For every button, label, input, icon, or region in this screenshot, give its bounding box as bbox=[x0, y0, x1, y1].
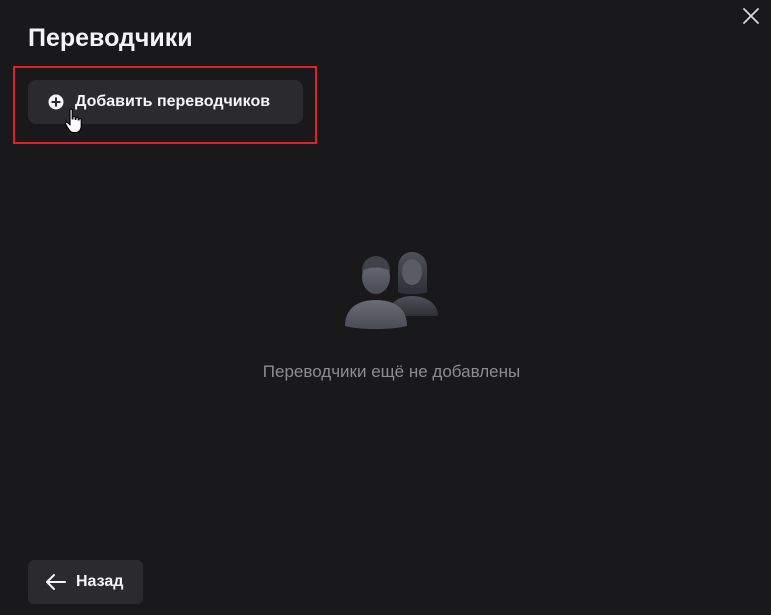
empty-state-message: Переводчики ещё не добавлены bbox=[262, 362, 521, 381]
back-button[interactable]: Назад bbox=[28, 560, 143, 604]
plus-circle-icon bbox=[48, 94, 64, 110]
close-icon bbox=[743, 8, 759, 24]
add-translators-label: Добавить переводчиков bbox=[75, 93, 271, 110]
translators-dialog: Переводчики Добавить переводчиков Перево… bbox=[0, 0, 771, 615]
dialog-title: Переводчики bbox=[28, 24, 193, 52]
users-icon bbox=[345, 252, 438, 329]
arrow-left-icon bbox=[46, 574, 66, 590]
back-label: Назад bbox=[76, 573, 124, 590]
close-button[interactable] bbox=[739, 4, 763, 28]
hand-cursor-icon bbox=[64, 108, 82, 134]
